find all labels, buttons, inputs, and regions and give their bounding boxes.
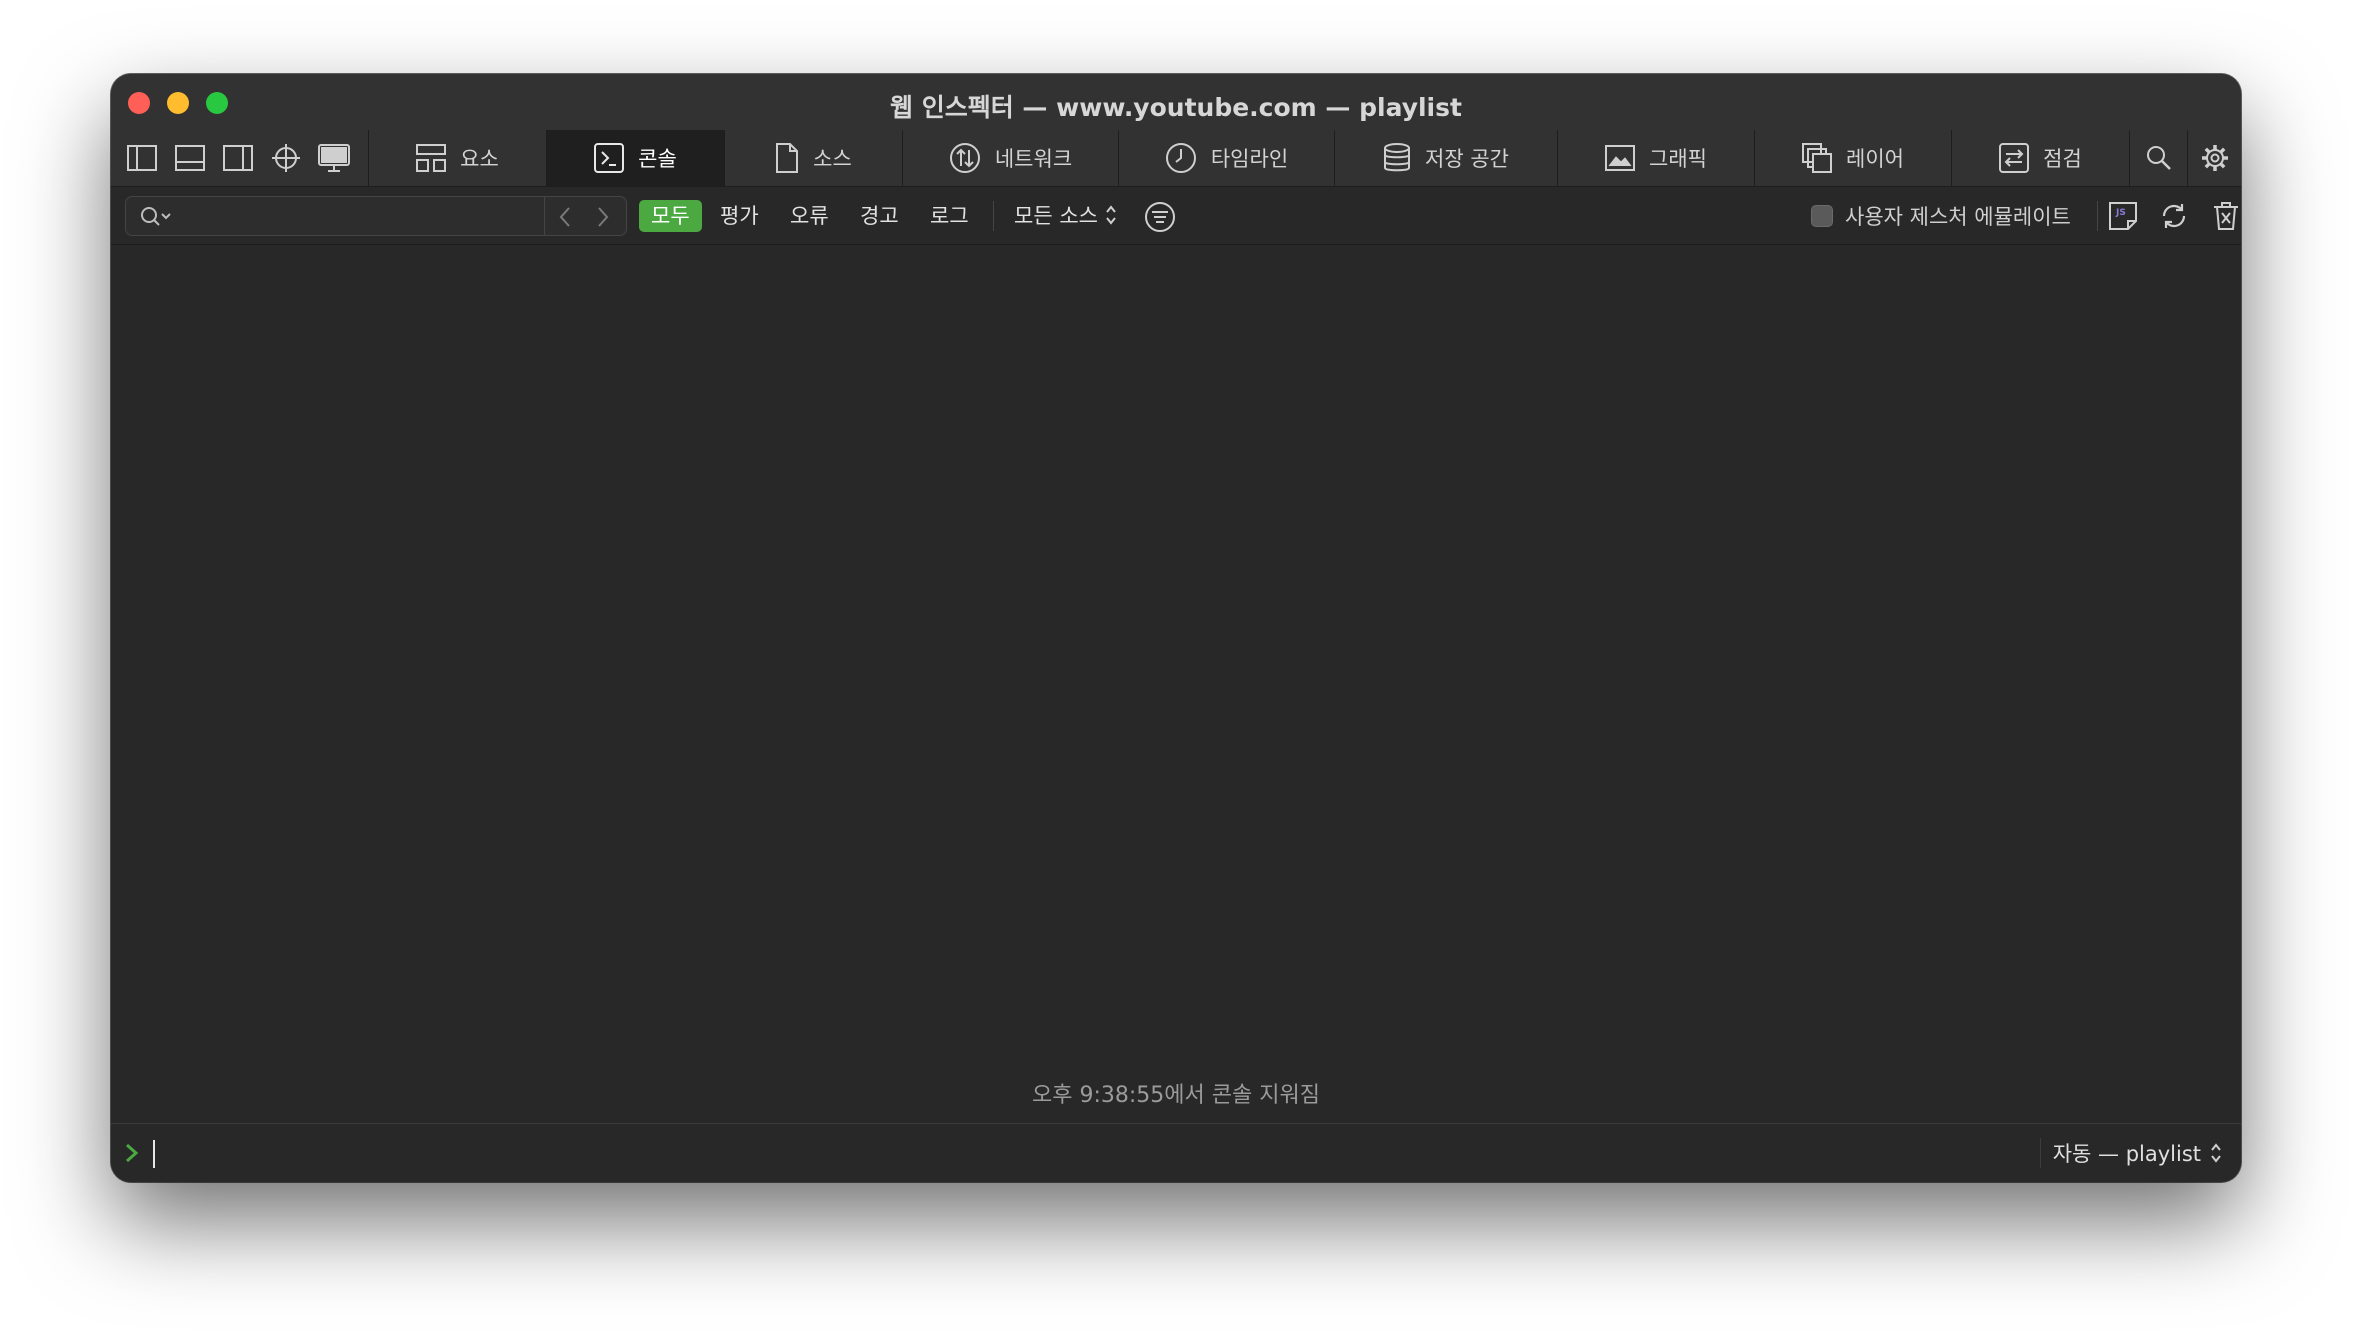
tab-console[interactable]: 콘솔: [546, 130, 724, 186]
reload-page-button[interactable]: [2157, 199, 2191, 233]
trash-icon: [2214, 202, 2238, 230]
web-inspector-window: 웹 인스펙터 — www.youtube.com — playlist 요소 콘…: [111, 74, 2241, 1182]
tab-sources[interactable]: 소스: [724, 130, 902, 186]
emulate-user-gesture-checkbox[interactable]: [1811, 205, 1833, 227]
filter-separator: [993, 201, 994, 231]
tab-label: 레이어: [1846, 147, 1904, 171]
dock-right-button[interactable]: [221, 142, 255, 174]
emulate-user-gesture-label: 사용자 제스처 에뮬레이트: [1845, 205, 2071, 229]
tab-label: 그래픽: [1649, 147, 1707, 171]
tab-label: 타임라인: [1210, 147, 1289, 171]
clear-console-button[interactable]: [2209, 199, 2241, 233]
search-icon: [2146, 146, 2171, 170]
dock-right-icon: [223, 145, 253, 171]
element-picker-button[interactable]: [269, 142, 303, 174]
execution-context-label: 자동 — playlist: [2052, 1142, 2201, 1166]
console-prompt-bar[interactable]: 자동 — playlist: [111, 1123, 2241, 1182]
database-icon: [1384, 143, 1411, 172]
network-icon: [949, 143, 980, 173]
tab-layers[interactable]: 레이어: [1754, 130, 1951, 186]
tab-bar: 요소 콘솔 소스 네트워크 타임라인 저장 공간 그래픽 레이어 점검: [111, 130, 2241, 187]
monitor-icon: [318, 144, 350, 172]
tab-elements[interactable]: 요소: [368, 130, 546, 186]
image-icon: [1605, 145, 1636, 171]
filter-log-button[interactable]: 로그: [918, 200, 981, 232]
emulate-user-gesture-toggle[interactable]: 사용자 제스처 에뮬레이트: [1811, 203, 2071, 229]
dock-bottom-icon: [175, 145, 205, 171]
tab-graphics[interactable]: 그래픽: [1557, 130, 1754, 186]
tab-audit[interactable]: 점검: [1951, 130, 2129, 186]
dock-left-icon: [127, 145, 157, 171]
filter-evaluation-button[interactable]: 평가: [708, 200, 771, 232]
console-filter-bar: 모두 평가 오류 경고 로그 모든 소스 사용자 제스처 에뮬레이트 JS: [111, 187, 2241, 245]
tab-label: 콘솔: [638, 147, 677, 171]
tab-label: 저장 공간: [1425, 147, 1509, 171]
execution-context-select[interactable]: 자동 — playlist: [2039, 1138, 2223, 1168]
search-dropdown-icon[interactable]: [140, 206, 174, 228]
device-settings-button[interactable]: [317, 142, 351, 174]
settings-button[interactable]: [2187, 130, 2241, 186]
evaluate-script-button[interactable]: JS: [2106, 199, 2140, 233]
tab-label: 소스: [813, 147, 852, 171]
search-tab-button[interactable]: [2129, 130, 2187, 186]
search-divider: [544, 197, 545, 235]
console-input-caret[interactable]: [153, 1140, 155, 1168]
svg-text:JS: JS: [2115, 208, 2126, 218]
console-cleared-message: 오후 9:38:55에서 콘솔 지워짐: [1032, 1083, 1320, 1108]
tab-label: 네트워크: [994, 147, 1073, 171]
crosshair-icon: [272, 144, 300, 172]
tab-timeline[interactable]: 타임라인: [1118, 130, 1334, 186]
tab-storage[interactable]: 저장 공간: [1334, 130, 1557, 186]
title-bar: 웹 인스펙터 — www.youtube.com — playlist: [111, 74, 2241, 130]
dock-left-button[interactable]: [125, 142, 159, 174]
tab-label: 점검: [2043, 147, 2082, 171]
gear-icon: [2201, 145, 2228, 171]
tab-label: 요소: [460, 147, 499, 171]
audit-icon: [1999, 143, 2030, 173]
filter-icon[interactable]: [1144, 201, 1176, 233]
source-select[interactable]: 모든 소스: [1014, 200, 1098, 232]
chevron-updown-icon[interactable]: [1104, 203, 1118, 227]
filter-error-button[interactable]: 오류: [778, 200, 841, 232]
prompt-chevron-icon: [126, 1143, 139, 1163]
chevron-updown-icon: [2211, 1143, 2221, 1163]
filter-warning-button[interactable]: 경고: [848, 200, 911, 232]
console-search-input[interactable]: [125, 196, 627, 236]
chevron-right-icon[interactable]: [592, 205, 612, 229]
window-title: 웹 인스펙터 — www.youtube.com — playlist: [890, 93, 1462, 122]
document-icon: [776, 143, 799, 173]
layers-icon: [1802, 143, 1833, 173]
clock-icon: [1165, 143, 1196, 173]
console-icon: [594, 143, 625, 173]
elements-icon: [416, 144, 447, 172]
javascript-snippet-icon: JS: [2109, 202, 2137, 230]
tab-network[interactable]: 네트워크: [902, 130, 1118, 186]
tools-separator: [2097, 201, 2098, 231]
reload-icon: [2162, 204, 2186, 228]
dock-bottom-button[interactable]: [173, 142, 207, 174]
filter-all-button[interactable]: 모두: [639, 200, 702, 232]
console-output[interactable]: 오후 9:38:55에서 콘솔 지워짐: [111, 245, 2241, 1122]
chevron-left-icon[interactable]: [556, 205, 576, 229]
